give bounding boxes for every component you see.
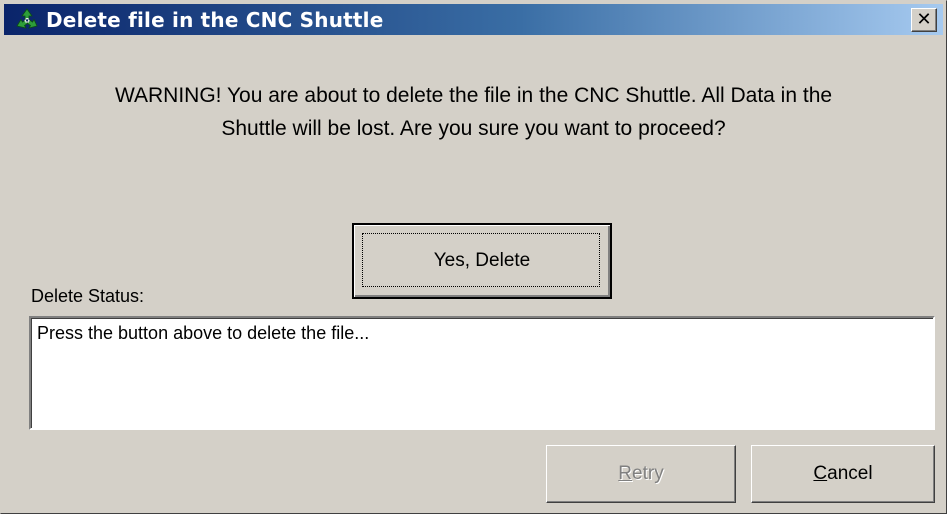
recycle-icon: ♻ [12, 5, 42, 35]
retry-mnemonic: R [618, 463, 633, 484]
retry-button[interactable]: Retry [546, 445, 736, 503]
cancel-label: Cancel [813, 463, 872, 485]
title-bar[interactable]: ♻ Delete file in the CNC Shuttle ✕ [4, 4, 943, 35]
cancel-button[interactable]: Cancel [751, 445, 935, 503]
window-title: Delete file in the CNC Shuttle [46, 7, 384, 32]
delete-status-textbox[interactable]: Press the button above to delete the fil… [29, 316, 935, 430]
retry-label: Retry [618, 463, 663, 485]
warning-line-2: Shuttle will be lost. Are you sure you w… [221, 117, 726, 140]
warning-message: WARNING! You are about to delete the fil… [11, 79, 936, 145]
retry-label-rest: etry [632, 463, 664, 484]
cancel-mnemonic: C [813, 463, 828, 484]
delete-status-label: Delete Status: [31, 286, 145, 306]
svg-text:♻: ♻ [24, 17, 30, 25]
yes-delete-button[interactable]: Yes, Delete [352, 223, 612, 299]
cancel-label-rest: ancel [827, 463, 873, 484]
close-button[interactable]: ✕ [911, 8, 937, 32]
delete-status-text: Press the button above to delete the fil… [37, 323, 370, 343]
focus-indicator [362, 233, 600, 287]
delete-dialog-window: ♻ Delete file in the CNC Shuttle ✕ WARNI… [0, 0, 947, 514]
warning-line-1: WARNING! You are about to delete the fil… [114, 84, 833, 107]
close-icon: ✕ [916, 9, 932, 30]
